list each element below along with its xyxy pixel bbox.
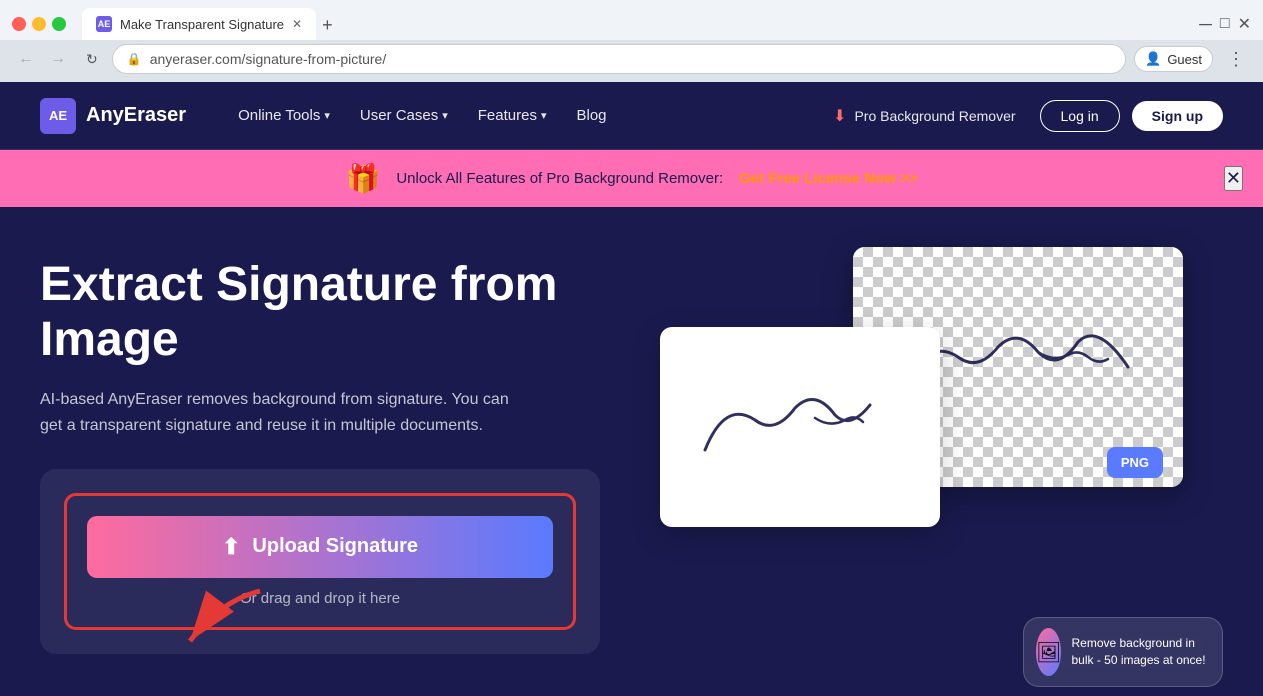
bulk-icon: 🖼 [1036,628,1061,676]
lock-icon: 🔒 [127,52,142,66]
site-logo[interactable]: AE AnyEraser [40,98,186,134]
bulk-text: Remove background in bulk - 50 images at… [1071,635,1210,669]
png-badge: PNG [1107,447,1163,478]
nav-pro-link[interactable]: ⬇ Pro Background Remover [821,98,1027,134]
address-bar-row: ← → ↻ 🔒 anyeraser.com/signature-from-pic… [0,40,1263,82]
profile-button[interactable]: 👤 Guest [1134,46,1213,72]
nav-actions: ⬇ Pro Background Remover Log in Sign up [821,98,1223,134]
upload-box: ⬆ Upload Signature Or drag and drop it h… [64,493,576,630]
promo-banner: 🎁 Unlock All Features of Pro Background … [0,150,1263,207]
refresh-button[interactable]: ↻ [80,47,104,72]
nav-user-cases[interactable]: User Cases ▾ [348,99,460,132]
new-tab-button[interactable]: + [318,11,337,40]
page-title: Extract Signature from Image [40,257,600,367]
profile-label: Guest [1167,52,1202,67]
upload-container: ⬆ Upload Signature Or drag and drop it h… [40,469,600,654]
minimize-window-button[interactable] [32,17,46,31]
nav-arrows: ← → [12,46,72,72]
gift-icon: 🎁 [345,162,380,195]
nav-blog[interactable]: Blog [565,99,619,132]
upload-icon: ⬆ [222,534,240,560]
window-controls [12,17,66,31]
upload-arrow-indicator [160,581,280,666]
active-tab[interactable]: AE Make Transparent Signature ✕ [82,8,316,40]
main-content: Extract Signature from Image AI-based An… [0,207,1263,696]
bulk-process-card[interactable]: 🖼 Remove background in bulk - 50 images … [1023,617,1223,687]
nav-links: Online Tools ▾ User Cases ▾ Features ▾ B… [226,99,821,132]
tab-title: Make Transparent Signature [120,17,284,32]
nav-online-tools[interactable]: Online Tools ▾ [226,99,342,132]
original-signature-card [660,327,940,527]
banner-cta[interactable]: Get Free License Now >> [739,170,917,187]
website-content: AE AnyEraser Online Tools ▾ User Cases ▾… [0,82,1263,696]
close-window-button[interactable] [12,17,26,31]
page-description: AI-based AnyEraser removes background fr… [40,387,520,438]
address-bar[interactable]: 🔒 anyeraser.com/signature-from-picture/ [112,44,1126,74]
browser-chrome: AE Make Transparent Signature ✕ + ─ □ ✕ … [0,0,1263,82]
banner-close-button[interactable]: ✕ [1224,166,1243,191]
tab-close-button[interactable]: ✕ [292,17,302,31]
title-bar: AE Make Transparent Signature ✕ + ─ □ ✕ [0,0,1263,40]
left-section: Extract Signature from Image AI-based An… [40,257,600,654]
logo-box: AE [40,98,76,134]
profile-icon: 👤 [1145,51,1161,67]
signup-button[interactable]: Sign up [1132,101,1223,131]
more-options-button[interactable]: ⋮ [1221,45,1251,74]
login-button[interactable]: Log in [1040,100,1120,132]
restore-icon[interactable]: □ [1220,15,1230,33]
back-button[interactable]: ← [12,46,40,72]
maximize-window-button[interactable] [52,17,66,31]
close-icon[interactable]: ✕ [1238,14,1251,34]
site-nav: AE AnyEraser Online Tools ▾ User Cases ▾… [0,82,1263,150]
minimize-icon[interactable]: ─ [1199,14,1212,35]
chevron-down-icon: ▾ [541,109,547,122]
chevron-down-icon: ▾ [442,109,448,122]
download-icon: ⬇ [833,106,846,126]
image-stack-icon: 🖼 [1036,640,1061,665]
upload-signature-button[interactable]: ⬆ Upload Signature [87,516,553,578]
forward-button[interactable]: → [44,46,72,72]
chevron-down-icon: ▾ [324,109,330,122]
tab-favicon: AE [96,16,112,32]
browser-tabs: AE Make Transparent Signature ✕ + [82,8,633,40]
right-section: PNG 🖼 Remove background in bulk - 50 ima… [640,247,1223,667]
logo-text: AnyEraser [86,104,186,127]
banner-text: Unlock All Features of Pro Background Re… [396,170,723,187]
nav-features[interactable]: Features ▾ [466,99,559,132]
original-signature [685,370,915,485]
address-text: anyeraser.com/signature-from-picture/ [150,51,387,67]
